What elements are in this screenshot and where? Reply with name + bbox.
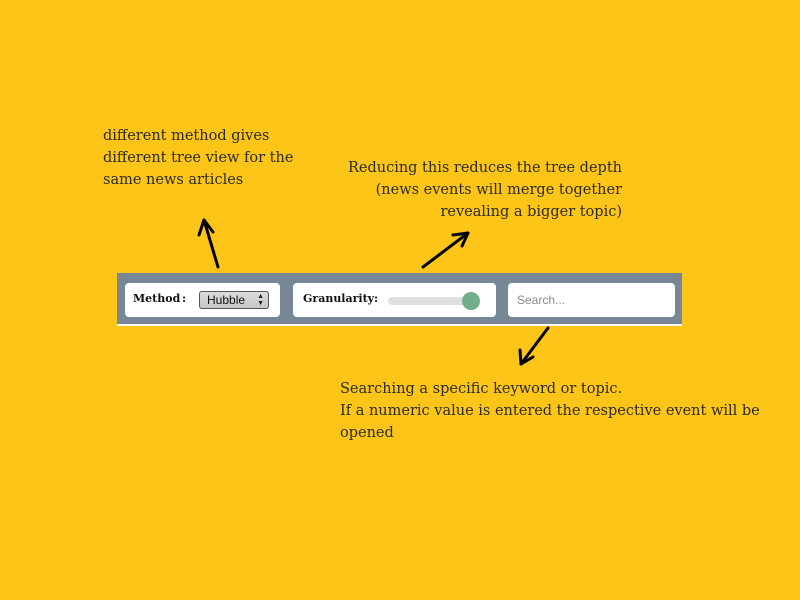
annotation-line: revealing a bigger topic) — [440, 204, 622, 220]
arrow-to-search-annotation-icon — [518, 326, 550, 366]
up-down-chevrons-icon: ▲ ▼ — [257, 293, 264, 307]
annotation-line: Searching a specific keyword or topic. — [340, 381, 623, 397]
search-annotation: Searching a specific keyword or topic. I… — [340, 378, 760, 444]
annotation-line: If a numeric value is entered the respec… — [340, 403, 760, 419]
method-annotation: different method gives different tree vi… — [103, 125, 293, 191]
granularity-label: Granularity — [303, 292, 375, 305]
annotation-line: (news events will merge together — [375, 182, 622, 198]
granularity-annotation: Reducing this reduces the tree depth (ne… — [338, 157, 622, 223]
method-select-value: Hubble — [207, 293, 246, 307]
granularity-slider[interactable] — [388, 292, 480, 310]
annotation-line: different tree view for the — [103, 150, 294, 166]
search-input[interactable] — [508, 283, 675, 317]
search-panel — [508, 283, 675, 317]
method-select[interactable]: Hubble ▲ ▼ — [199, 291, 269, 309]
granularity-slider-thumb[interactable] — [461, 292, 480, 310]
method-label: Method — [133, 292, 181, 305]
method-panel: Method : Hubble ▲ ▼ — [125, 283, 280, 317]
annotation-line: Reducing this reduces the tree depth — [347, 160, 622, 176]
annotation-line: same news articles — [103, 172, 244, 188]
granularity-colon: : — [374, 292, 379, 305]
annotation-line: different method gives — [103, 128, 270, 144]
method-colon: : — [182, 292, 187, 305]
arrow-to-granularity-annotation-icon — [421, 231, 470, 269]
arrow-to-method-annotation-icon — [197, 218, 220, 269]
annotation-line: opened — [340, 425, 394, 441]
toolbar: Method : Hubble ▲ ▼ Granularity : — [117, 273, 682, 326]
granularity-panel: Granularity : — [293, 283, 496, 317]
